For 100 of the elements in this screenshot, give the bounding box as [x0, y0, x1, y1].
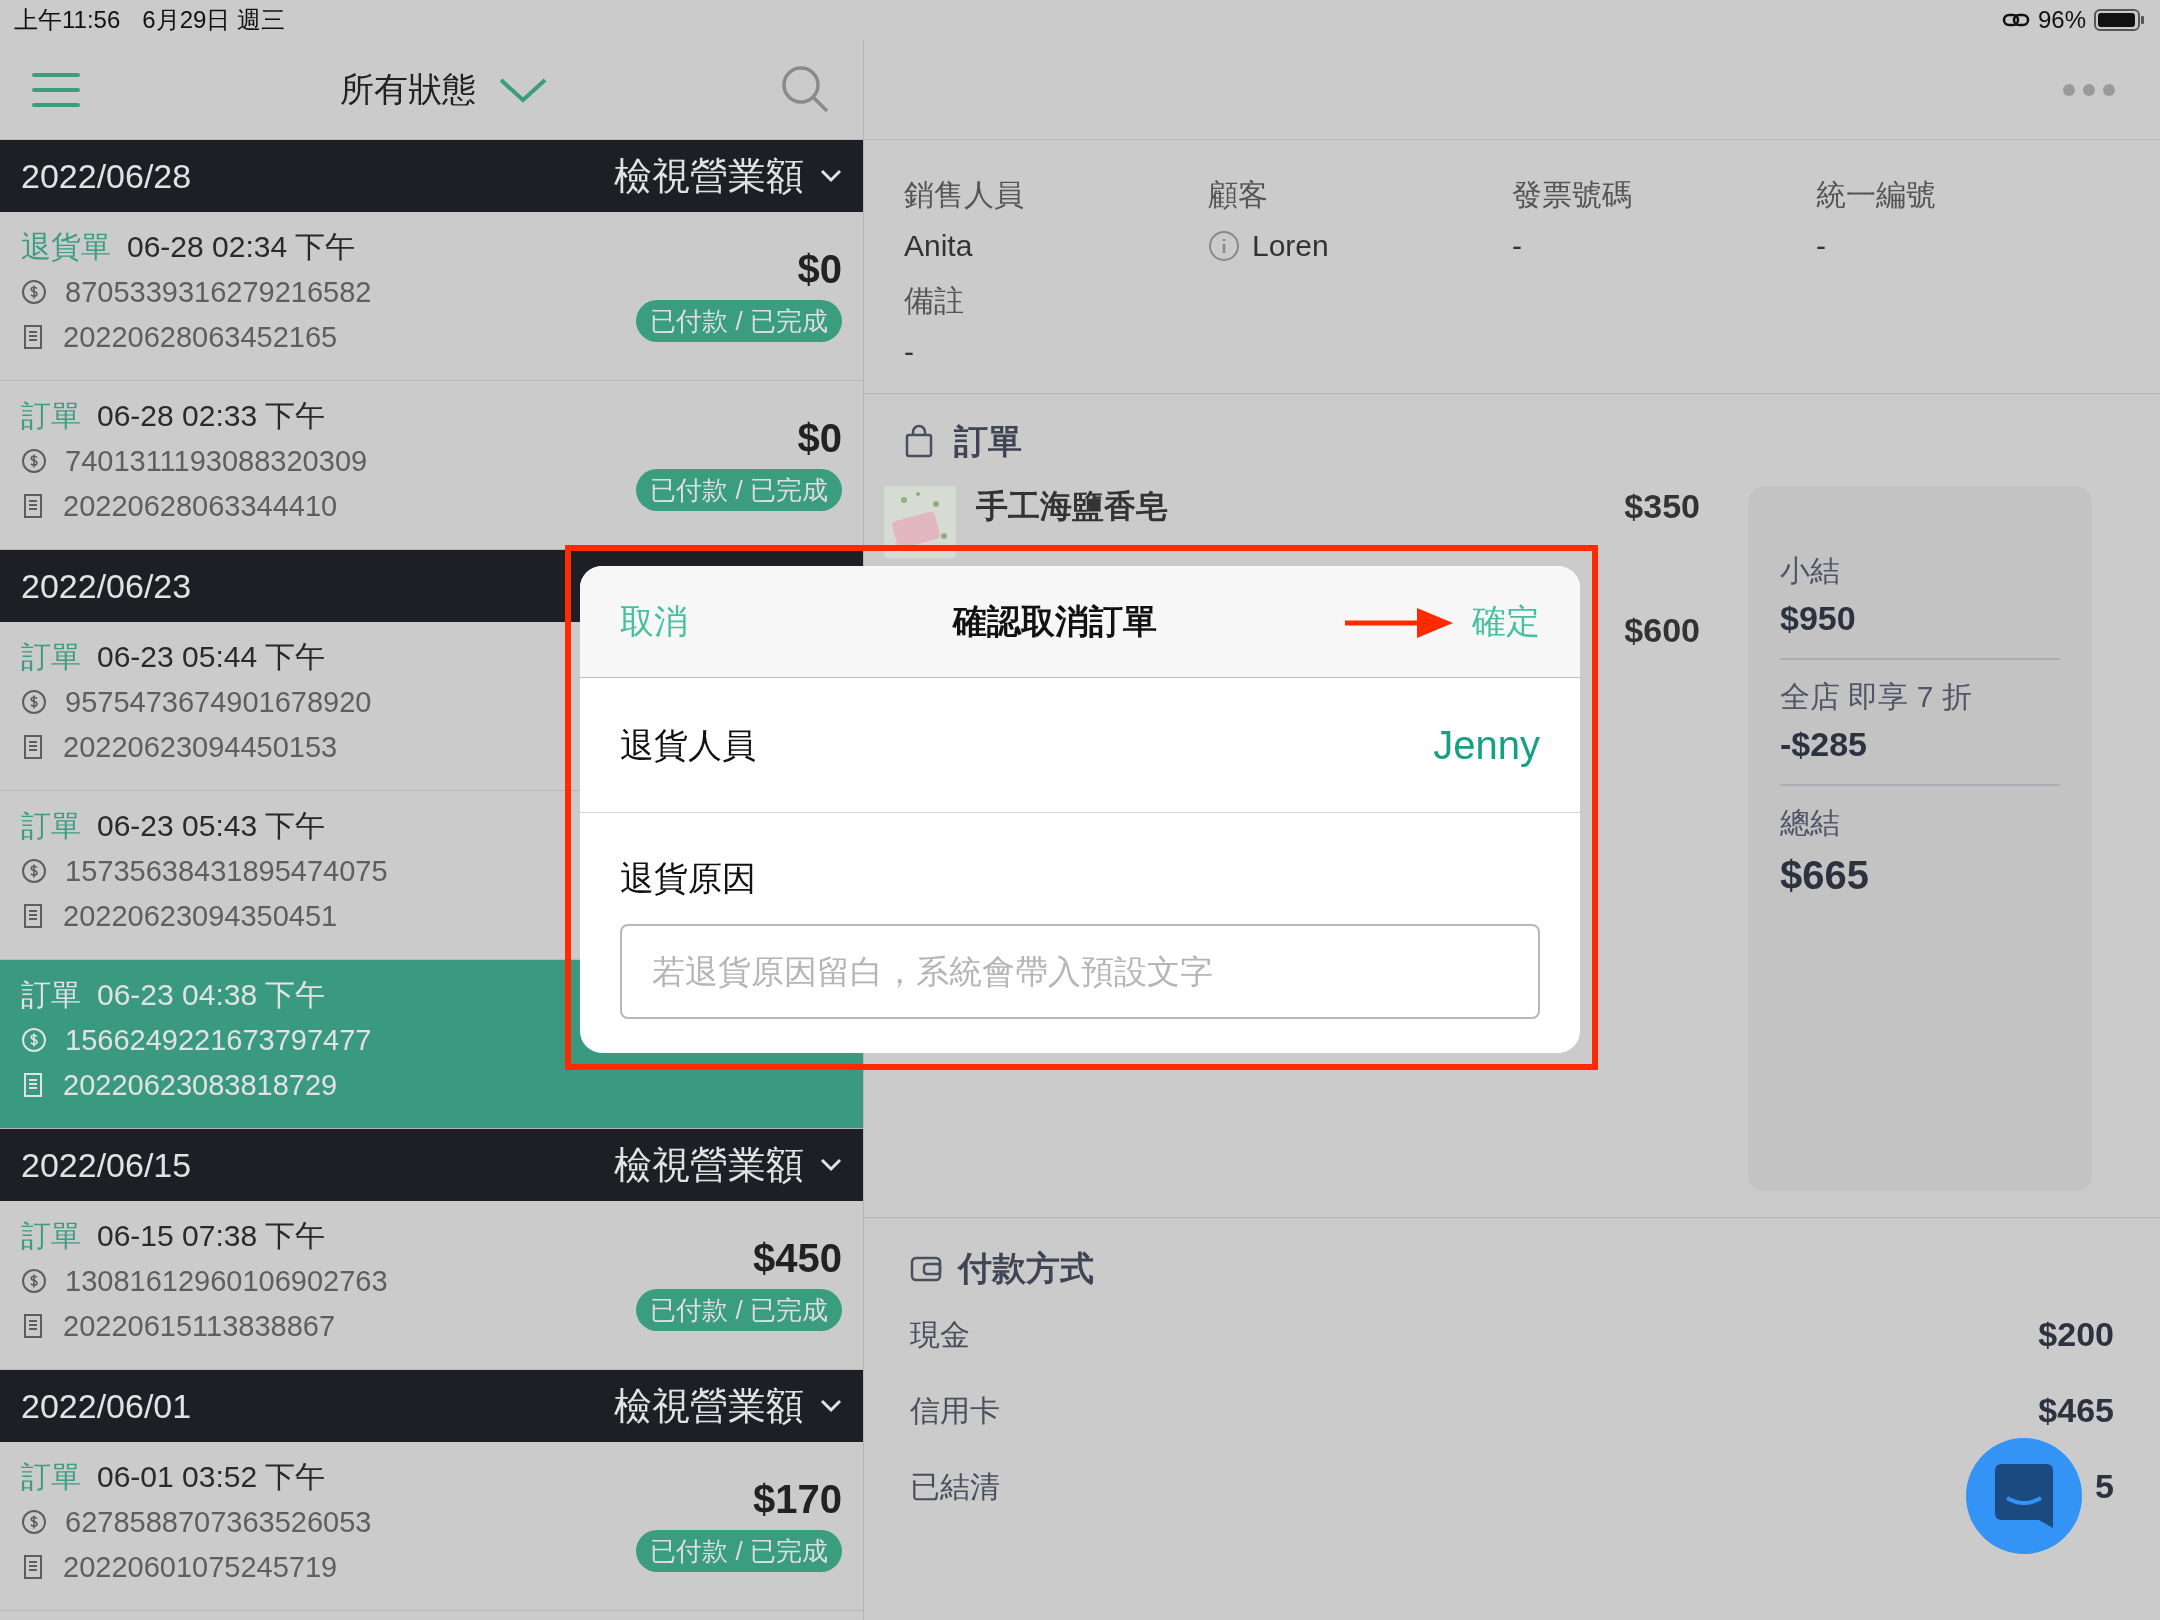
payment-amount: $465 — [2038, 1389, 2114, 1431]
wallet-icon — [910, 1254, 942, 1282]
order-time: 06-23 05:43 下午 — [97, 808, 326, 844]
info-icon — [1208, 229, 1240, 262]
dollar-icon — [21, 279, 47, 305]
item-name: 手工海鹽香皂 — [976, 487, 1169, 526]
dollar-icon — [21, 858, 47, 884]
field-value: - — [904, 334, 914, 370]
view-revenue-button[interactable]: 檢視營業額 — [614, 147, 842, 205]
field-value: - — [1512, 228, 1522, 264]
order-type: 訂單 — [21, 639, 81, 675]
status-time: 上午11:56 — [14, 5, 121, 35]
summary-label: 全店 即享 7 折 — [1780, 679, 1973, 715]
order-type: 訂單 — [21, 1459, 81, 1495]
receipt-icon — [21, 1554, 45, 1580]
order-time: 06-01 03:52 下午 — [97, 1459, 326, 1495]
order-time: 06-23 04:38 下午 — [97, 977, 326, 1013]
status-badge: 已付款 / 已完成 — [636, 300, 842, 342]
order-amount: $0 — [797, 415, 842, 462]
order-type: 訂單 — [21, 398, 81, 434]
payment-label: 信用卡 — [910, 1392, 1000, 1429]
field-label: 顧客 — [1208, 177, 1269, 213]
order-time: 06-28 02:33 下午 — [97, 398, 326, 434]
receipt-icon — [21, 493, 45, 519]
receipt-icon — [21, 903, 45, 929]
arrow-icon — [1345, 606, 1455, 640]
status-badge: 已付款 / 已完成 — [636, 1289, 842, 1331]
receipt-icon — [21, 1313, 45, 1339]
payment-label: 現金 — [910, 1316, 970, 1353]
battery-percent: 96% — [2037, 5, 2086, 35]
receipt-number: 20220601075245719 — [63, 1550, 338, 1585]
order-type: 退貨單 — [21, 229, 111, 265]
status-badge: 已付款 / 已完成 — [636, 469, 842, 511]
chevron-down-icon — [820, 169, 842, 183]
status-filter[interactable]: 所有狀態 — [340, 64, 548, 115]
order-time: 06-15 07:38 下午 — [97, 1218, 326, 1254]
item-price: $600 — [1624, 610, 1700, 650]
bag-icon — [904, 424, 934, 458]
view-revenue-button[interactable]: 檢視營業額 — [614, 1136, 842, 1194]
reason-label: 退貨原因 — [620, 858, 757, 899]
order-amount: $170 — [753, 1476, 842, 1523]
reason-field[interactable]: 若退貨原因留白，系統會帶入預設文字 — [620, 924, 1540, 1019]
order-time: 06-23 05:44 下午 — [97, 639, 326, 675]
payment-number: 13081612960106902763 — [65, 1264, 388, 1299]
payment-number: 15735638431895474075 — [65, 854, 388, 889]
group-date: 2022/06/28 — [21, 155, 192, 197]
summary-value: -$285 — [1780, 724, 1868, 765]
field-label: 銷售人員 — [904, 177, 1025, 213]
order-amount: $450 — [753, 1235, 842, 1282]
payment-number: 9575473674901678920 — [65, 685, 372, 720]
order-type: 訂單 — [21, 977, 81, 1013]
payment-amount: $200 — [2038, 1313, 2114, 1355]
field-value: Loren — [1252, 228, 1329, 264]
dollar-icon — [21, 1027, 47, 1053]
summary-value: $950 — [1780, 598, 1857, 639]
dollar-icon — [21, 1268, 47, 1294]
payment-number: 8705339316279216582 — [65, 275, 372, 310]
receipt-icon — [21, 324, 45, 350]
payment-number: 7401311193088320309 — [65, 444, 368, 479]
summary-label: 總結 — [1780, 805, 1841, 841]
receipt-number: 20220628063452165 — [63, 320, 338, 355]
group-date: 2022/06/01 — [21, 1385, 192, 1427]
payment-number: 1566249221673797477 — [65, 1023, 372, 1058]
status-date: 6月29日 週三 — [142, 5, 285, 35]
field-value: - — [1816, 228, 1826, 264]
field-label: 發票號碼 — [1512, 177, 1633, 213]
menu-button[interactable] — [32, 72, 80, 107]
dollar-icon — [21, 448, 47, 474]
field-label: 備註 — [904, 283, 965, 319]
dollar-icon — [21, 689, 47, 715]
summary-label: 小結 — [1780, 553, 1841, 589]
section-title: 付款方式 — [958, 1247, 1094, 1289]
group-date: 2022/06/23 — [21, 565, 192, 607]
receipt-number: 20220615113838867 — [63, 1309, 336, 1344]
chat-icon — [1995, 1464, 2053, 1528]
view-revenue-button[interactable]: 檢視營業額 — [614, 1377, 842, 1435]
payment-number: 6278588707363526053 — [65, 1505, 372, 1540]
field-label: 統一編號 — [1816, 177, 1937, 213]
order-time: 06-28 02:34 下午 — [127, 229, 356, 265]
receipt-icon — [21, 1072, 45, 1098]
receipt-number: 20220623094450153 — [63, 730, 338, 765]
group-date: 2022/06/15 — [21, 1144, 192, 1186]
more-icon[interactable] — [2062, 82, 2116, 97]
search-icon[interactable] — [781, 64, 831, 115]
battery-icon — [2094, 8, 2146, 32]
chevron-down-icon — [820, 1158, 842, 1172]
order-type: 訂單 — [21, 1218, 81, 1254]
link-icon — [2001, 11, 2030, 29]
staff-label: 退貨人員 — [620, 724, 756, 766]
receipt-icon — [21, 734, 45, 760]
payment-amount: 5 — [2095, 1465, 2114, 1507]
receipt-number: 20220623083818729 — [63, 1068, 338, 1103]
dialog-title: 確認取消訂單 — [953, 601, 1157, 642]
receipt-number: 20220628063344410 — [63, 489, 338, 524]
payment-label: 已結清 — [910, 1468, 1000, 1505]
order-amount: $0 — [797, 246, 842, 293]
order-type: 訂單 — [21, 808, 81, 844]
chevron-down-icon — [820, 1399, 842, 1413]
section-title: 訂單 — [954, 420, 1022, 462]
field-value: Anita — [904, 228, 973, 264]
